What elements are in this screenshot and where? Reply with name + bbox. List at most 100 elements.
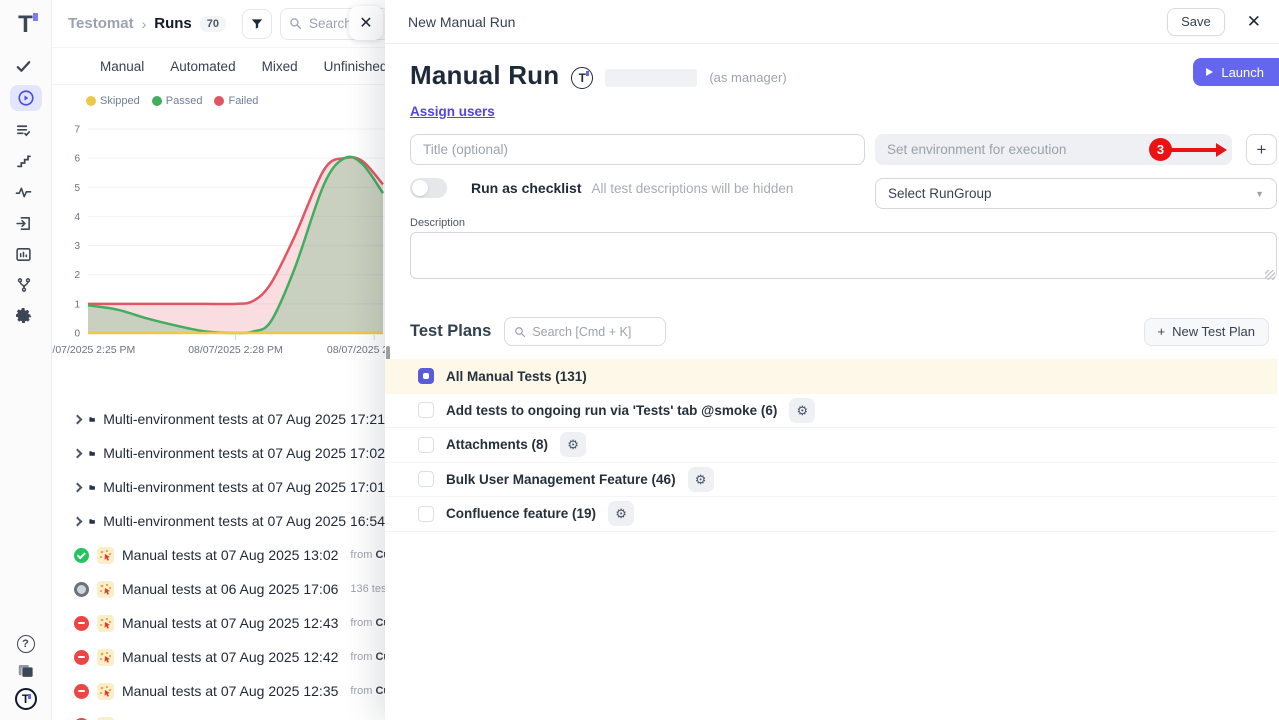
t-badge-icon: T bbox=[571, 67, 593, 89]
assign-users-link[interactable]: Assign users bbox=[410, 104, 495, 119]
run-list-item[interactable]: Manual tests at 07 Aug 2025 12:43 from Cu… bbox=[52, 606, 385, 640]
sidebar-item-import[interactable] bbox=[10, 211, 38, 235]
as-manager-label: (as manager) bbox=[709, 70, 786, 85]
help-icon[interactable]: ? bbox=[17, 635, 35, 653]
test-plan-settings-button[interactable]: ⚙ bbox=[608, 501, 634, 526]
t-logo-circle-icon[interactable]: T bbox=[15, 688, 37, 710]
play-circle-icon bbox=[17, 89, 35, 107]
play-icon bbox=[1206, 68, 1213, 76]
sidebar-item-reports[interactable] bbox=[10, 242, 38, 266]
run-list-item[interactable]: Manual tests at 07 Aug 2025 13:02from Cu… bbox=[52, 538, 385, 572]
run-title[interactable]: Manual tests at 07 Aug 2025 12:43 bbox=[122, 615, 338, 631]
modal-topbar: New Manual Run Save ✕ bbox=[385, 0, 1279, 44]
checkbox-unchecked[interactable] bbox=[418, 402, 434, 418]
run-list-item[interactable]: Multi-environment tests at 07 Aug 2025 1… bbox=[52, 436, 385, 470]
chevron-right-icon[interactable] bbox=[73, 414, 83, 424]
checkbox-checked[interactable] bbox=[418, 368, 434, 384]
chevron-right-icon[interactable] bbox=[73, 448, 83, 458]
test-plan-label[interactable]: Confluence feature (19) bbox=[446, 506, 596, 521]
checklist-toggle[interactable] bbox=[410, 178, 447, 198]
test-plan-row[interactable]: Add tests to ongoing run via 'Tests' tab… bbox=[385, 394, 1277, 429]
run-title[interactable]: Manual tests at 07 Aug 2025 12:42 bbox=[122, 649, 338, 665]
rungroup-select[interactable]: Select RunGroup ▼ bbox=[875, 178, 1277, 209]
close-icon[interactable]: ✕ bbox=[1241, 10, 1267, 34]
add-environment-button[interactable]: + bbox=[1246, 134, 1277, 165]
test-plan-row[interactable]: Confluence feature (19) ⚙ bbox=[385, 497, 1277, 532]
breadcrumb-app[interactable]: Testomat bbox=[68, 15, 134, 32]
run-title-input[interactable] bbox=[410, 134, 865, 165]
environment-input[interactable] bbox=[875, 134, 1232, 165]
test-plans-search-input[interactable] bbox=[532, 325, 642, 339]
legend-dot-icon bbox=[86, 96, 96, 106]
plus-icon: + bbox=[1158, 324, 1166, 339]
new-manual-run-modal: New Manual Run Save ✕ Manual Run T (as m… bbox=[385, 0, 1279, 720]
search-icon bbox=[514, 326, 526, 338]
test-plan-row[interactable]: Attachments (8) ⚙ bbox=[385, 428, 1277, 463]
test-plan-label[interactable]: Add tests to ongoing run via 'Tests' tab… bbox=[446, 403, 777, 418]
run-title[interactable]: Manual tests at 07 Aug 2025 12:35 bbox=[122, 683, 338, 699]
sidebar-item-runs[interactable] bbox=[10, 85, 42, 111]
legend-item[interactable]: Skipped bbox=[86, 95, 140, 107]
run-title[interactable]: Multi-environment tests at 07 Aug 2025 1… bbox=[103, 445, 385, 461]
list-check-icon bbox=[15, 122, 32, 139]
legend-dot-icon bbox=[152, 96, 162, 106]
description-textarea[interactable] bbox=[410, 232, 1277, 279]
run-title[interactable]: Multi-environment tests at 07 Aug 2025 1… bbox=[103, 513, 385, 529]
svg-text:6: 6 bbox=[74, 154, 80, 165]
sidebar-item-activity[interactable] bbox=[10, 180, 38, 204]
breadcrumb-page[interactable]: Runs bbox=[154, 15, 192, 32]
run-meta: from Custom bbox=[350, 617, 385, 629]
chevron-right-icon[interactable] bbox=[73, 516, 83, 526]
test-plan-label[interactable]: Attachments (8) bbox=[446, 437, 548, 452]
tab-automated[interactable]: Automated bbox=[170, 59, 235, 74]
runs-panel: Testomat › Runs 70 ✕ Manual Automated Mi… bbox=[52, 0, 385, 720]
run-title[interactable]: Multi-environment tests at 07 Aug 2025 1… bbox=[103, 479, 385, 495]
legend-item[interactable]: Failed bbox=[214, 95, 258, 107]
filter-button[interactable] bbox=[242, 9, 272, 39]
checkbox-unchecked[interactable] bbox=[418, 506, 434, 522]
run-status-failed-icon bbox=[74, 616, 89, 631]
run-status-failed-icon bbox=[74, 650, 89, 665]
save-button[interactable]: Save bbox=[1167, 8, 1225, 36]
chevron-right-icon[interactable] bbox=[73, 482, 83, 492]
run-list-item[interactable] bbox=[52, 708, 385, 720]
test-plans-search[interactable] bbox=[504, 317, 666, 346]
run-title[interactable]: Manual tests at 07 Aug 2025 13:02 bbox=[122, 547, 338, 563]
test-plan-settings-button[interactable]: ⚙ bbox=[560, 432, 586, 457]
chevron-down-icon: ▼ bbox=[1255, 189, 1264, 199]
run-list-item[interactable]: Multi-environment tests at 07 Aug 2025 1… bbox=[52, 504, 385, 538]
run-list-item[interactable]: Manual tests at 07 Aug 2025 12:42from Cu… bbox=[52, 640, 385, 674]
sidebar-item-milestones[interactable] bbox=[10, 149, 38, 173]
copy-icon[interactable] bbox=[16, 661, 35, 680]
test-plan-settings-button[interactable]: ⚙ bbox=[688, 467, 714, 492]
tab-mixed[interactable]: Mixed bbox=[262, 59, 298, 74]
launch-button[interactable]: Launch bbox=[1193, 58, 1279, 86]
sidebar-item-tests[interactable] bbox=[10, 54, 38, 78]
run-list-item[interactable]: Manual tests at 07 Aug 2025 12:35from Cu… bbox=[52, 674, 385, 708]
run-list-item[interactable]: Manual tests at 06 Aug 2025 17:06136 tes… bbox=[52, 572, 385, 606]
modal-title: New Manual Run bbox=[408, 14, 515, 30]
legend-item[interactable]: Passed bbox=[152, 95, 203, 107]
test-plan-settings-button[interactable]: ⚙ bbox=[789, 398, 815, 423]
sidebar-item-plans[interactable] bbox=[10, 118, 38, 142]
sidebar-bottom: ? T bbox=[15, 635, 37, 720]
test-plan-label[interactable]: Bulk User Management Feature (46) bbox=[446, 472, 676, 487]
tab-manual[interactable]: Manual bbox=[100, 59, 144, 74]
run-list-item[interactable]: Multi-environment tests at 07 Aug 2025 1… bbox=[52, 402, 385, 436]
tab-unfinished[interactable]: Unfinished bbox=[324, 59, 385, 74]
checkbox-unchecked[interactable] bbox=[418, 471, 434, 487]
app-logo[interactable]: T bbox=[18, 10, 33, 40]
sidebar-item-branches[interactable] bbox=[10, 273, 38, 297]
new-test-plan-button[interactable]: + New Test Plan bbox=[1144, 318, 1269, 346]
test-plan-row[interactable]: All Manual Tests (131) bbox=[385, 359, 1277, 394]
sidebar-item-settings[interactable] bbox=[10, 304, 38, 328]
test-plan-label[interactable]: All Manual Tests (131) bbox=[446, 369, 587, 384]
test-plan-row[interactable]: Bulk User Management Feature (46) ⚙ bbox=[385, 463, 1277, 498]
run-title[interactable]: Multi-environment tests at 07 Aug 2025 1… bbox=[103, 411, 385, 427]
search-clear-button[interactable]: ✕ bbox=[349, 6, 383, 40]
run-list-item[interactable]: Multi-environment tests at 07 Aug 2025 1… bbox=[52, 470, 385, 504]
gear-icon bbox=[15, 307, 33, 325]
checkbox-unchecked[interactable] bbox=[418, 437, 434, 453]
run-title[interactable]: Manual tests at 06 Aug 2025 17:06 bbox=[122, 581, 338, 597]
runs-tabs: Manual Automated Mixed Unfinished bbox=[52, 48, 385, 85]
